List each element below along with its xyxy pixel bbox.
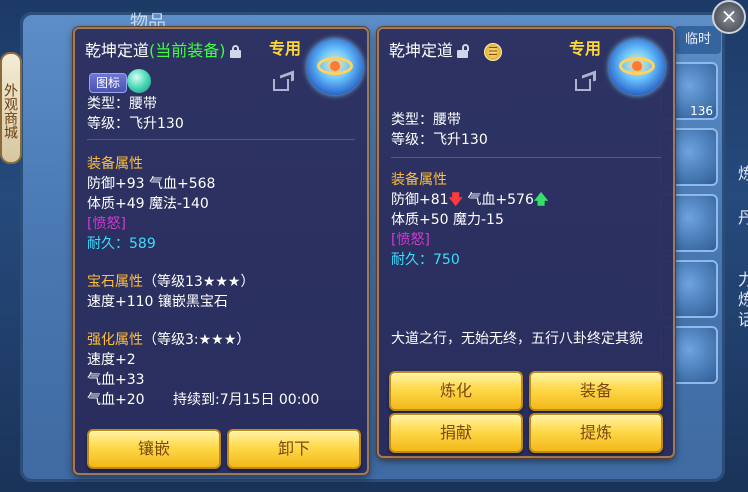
equip-attr-title: 装备属性 bbox=[391, 172, 447, 188]
lock-icon[interactable] bbox=[229, 45, 241, 58]
durability: 耐久：589 bbox=[87, 236, 156, 252]
slot-count: 136 bbox=[690, 104, 713, 118]
close-button[interactable]: × bbox=[712, 0, 746, 34]
item-title: 乾坤定道(当前装备) bbox=[85, 37, 241, 61]
gem-level: （等级13★★★） bbox=[143, 274, 255, 290]
icon-badge[interactable]: 图标 bbox=[89, 73, 128, 93]
arrow-up-icon: 🡅 bbox=[533, 192, 549, 208]
side-label: 丹 bbox=[738, 208, 748, 227]
donate-button[interactable]: 捐献 bbox=[389, 413, 523, 453]
enhance-line: 气血+20 bbox=[87, 392, 145, 408]
enhance-attr-line: 强化属性（等级3:★★★） bbox=[87, 329, 250, 349]
appearance-shop-tab[interactable]: 外观商城 bbox=[0, 52, 22, 164]
item-title: 乾坤定道 ☰ bbox=[389, 37, 503, 61]
enhance-line: 气血+33 bbox=[87, 372, 145, 388]
special-tag: [愤怒] bbox=[87, 216, 126, 232]
attr-line: 防御+93 气血+568 bbox=[87, 176, 216, 192]
belt-item-icon bbox=[307, 39, 363, 95]
share-icon[interactable] bbox=[273, 70, 295, 91]
unequip-button[interactable]: 卸下 bbox=[227, 429, 361, 469]
divider bbox=[87, 139, 355, 140]
exclusive-tag: 专用 bbox=[569, 39, 602, 58]
attr-line: 体质+49 魔法-140 bbox=[87, 196, 209, 212]
equipped-tag: (当前装备) bbox=[149, 41, 226, 60]
equip-button[interactable]: 装备 bbox=[529, 371, 663, 411]
item-level: 等级：飞升130 bbox=[87, 116, 184, 132]
item-level: 等级：飞升130 bbox=[391, 132, 488, 148]
inlay-button[interactable]: 镶嵌 bbox=[87, 429, 221, 469]
gem-line: 速度+110 镶嵌黑宝石 bbox=[87, 294, 228, 310]
gem-attr-line: 宝石属性（等级13★★★） bbox=[87, 271, 254, 291]
item-name: 乾坤定道 bbox=[389, 41, 454, 60]
item-description: 大道之行，无始无终，五行八卦终定其貌 bbox=[391, 331, 643, 347]
special-tag: [愤怒] bbox=[391, 232, 430, 248]
refine-button[interactable]: 炼化 bbox=[389, 371, 523, 411]
extract-button[interactable]: 提炼 bbox=[529, 413, 663, 453]
exclusive-tag: 专用 bbox=[269, 39, 302, 58]
item-type: 类型：腰带 bbox=[87, 96, 157, 112]
divider bbox=[391, 157, 661, 158]
item-name: 乾坤定道 bbox=[85, 41, 150, 60]
equipped-item-tooltip: 乾坤定道(当前装备) 专用 图标 类型：腰带 等级：飞升130 装备属性 防御+… bbox=[73, 27, 369, 475]
belt-item-icon bbox=[609, 39, 665, 95]
enhance-line: 速度+2 bbox=[87, 352, 136, 368]
tab-temporary[interactable]: 临时 bbox=[675, 26, 721, 54]
enhance-level: （等级3:★★★） bbox=[143, 332, 251, 348]
unlock-icon[interactable] bbox=[457, 44, 470, 58]
bagua-icon: ☰ bbox=[484, 42, 503, 61]
item-tooltip: 乾坤定道 ☰ 专用 类型：腰带 等级：飞升130 装备属性 防御+81🡇 气血+5… bbox=[377, 27, 675, 458]
duration: 持续到:7月15日 00:00 bbox=[173, 392, 320, 408]
share-icon[interactable] bbox=[575, 70, 597, 91]
attr-defense: 防御+81 bbox=[391, 192, 449, 208]
attr-hp: 气血+576 bbox=[467, 192, 534, 208]
durability: 耐久：750 bbox=[391, 252, 460, 268]
side-label: 话 bbox=[738, 310, 748, 329]
side-label: 炼 bbox=[738, 164, 748, 183]
enhance-attr-title: 强化属性 bbox=[87, 332, 143, 348]
equip-attr-title: 装备属性 bbox=[87, 156, 143, 172]
gem-attr-title: 宝石属性 bbox=[87, 274, 143, 290]
item-type: 类型：腰带 bbox=[391, 112, 461, 128]
attr-line: 体质+50 魔力-15 bbox=[391, 212, 504, 228]
gem-icon bbox=[127, 69, 151, 93]
arrow-down-icon: 🡇 bbox=[448, 192, 463, 208]
